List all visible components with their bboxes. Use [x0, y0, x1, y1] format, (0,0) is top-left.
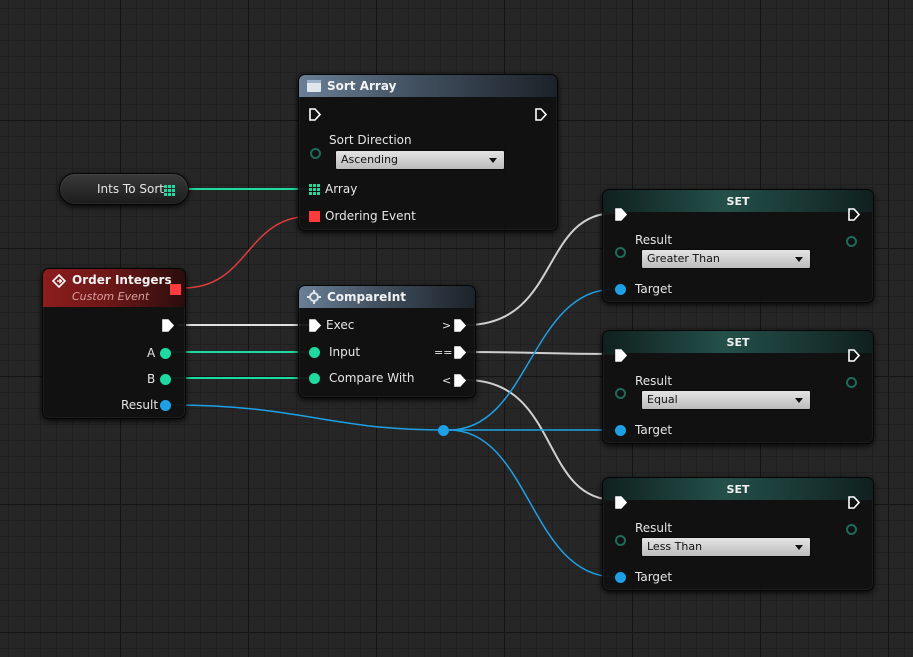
- target-label: Target: [635, 423, 673, 437]
- set-node-less[interactable]: SET Result Less Than Target: [602, 477, 874, 591]
- pin-result[interactable]: [160, 400, 171, 411]
- target-label: Target: [635, 570, 673, 584]
- wire-result-reroute: [170, 404, 444, 431]
- chevron-down-icon: [795, 545, 803, 550]
- out-less-label: <: [442, 374, 452, 387]
- variable-label: Ints To Sort: [97, 182, 164, 196]
- custom-event-node[interactable]: Order Integers Custom Event A B Result: [42, 268, 186, 419]
- result-value: Equal: [647, 393, 678, 406]
- custom-event-header: Order Integers Custom Event: [43, 269, 185, 307]
- set-result-label: Result: [635, 521, 673, 535]
- set-header: SET: [603, 331, 873, 353]
- custom-event-subtitle: Custom Event: [72, 290, 150, 303]
- compare-int-title: CompareInt: [327, 290, 407, 304]
- result-out-pin[interactable]: [846, 236, 857, 247]
- wire-equal-exec: [465, 351, 616, 355]
- pin-a[interactable]: [160, 348, 171, 359]
- pin-a-label: A: [147, 346, 156, 360]
- exec-out-pin[interactable]: [848, 208, 860, 221]
- custom-event-title: Order Integers: [72, 273, 172, 287]
- compare-with-label: Compare With: [329, 371, 415, 385]
- result-out-pin[interactable]: [846, 377, 857, 388]
- pin-result-label: Result: [121, 398, 159, 412]
- reroute-node[interactable]: [438, 425, 449, 436]
- set-header: SET: [603, 190, 873, 212]
- out-equal-label: ==: [434, 346, 453, 359]
- wire-ordering-event: [182, 215, 313, 289]
- result-dropdown[interactable]: Equal: [641, 390, 811, 410]
- sort-array-header: Sort Array: [299, 75, 557, 97]
- event-icon: [52, 274, 66, 288]
- exec-out-greater-pin[interactable]: [454, 319, 466, 332]
- compare-int-node[interactable]: CompareInt Exec Input Compare With > == …: [298, 285, 476, 398]
- compare-int-header: CompareInt: [299, 286, 475, 308]
- set-result-label: Result: [635, 233, 673, 247]
- gear-icon: [307, 290, 321, 304]
- chevron-down-icon: [489, 158, 497, 163]
- array-label: Array: [325, 182, 358, 196]
- ordering-event-pin[interactable]: [309, 211, 320, 222]
- input-pin[interactable]: [309, 347, 320, 358]
- exec-in-pin[interactable]: [615, 349, 627, 362]
- exec-label: Exec: [326, 318, 355, 332]
- array-grid-icon[interactable]: [164, 185, 175, 196]
- result-dropdown[interactable]: Greater Than: [641, 249, 811, 269]
- exec-out-pin[interactable]: [535, 108, 547, 121]
- result-in-pin[interactable]: [615, 247, 626, 258]
- sort-direction-dropdown[interactable]: Ascending: [335, 150, 505, 170]
- exec-in-pin[interactable]: [309, 319, 321, 332]
- variable-node-ints-to-sort[interactable]: Ints To Sort: [59, 173, 189, 205]
- exec-out-pin[interactable]: [848, 349, 860, 362]
- set-header: SET: [603, 478, 873, 500]
- result-out-pin[interactable]: [846, 524, 857, 535]
- set-node-equal[interactable]: SET Result Equal Target: [602, 330, 874, 444]
- exec-out-pin[interactable]: [162, 319, 174, 332]
- exec-out-less-pin[interactable]: [454, 374, 466, 387]
- set-title: SET: [726, 482, 750, 496]
- exec-out-pin[interactable]: [848, 496, 860, 509]
- pin-b-label: B: [147, 372, 156, 386]
- result-value: Less Than: [647, 540, 703, 553]
- compare-with-pin[interactable]: [309, 373, 320, 384]
- target-pin[interactable]: [615, 572, 626, 583]
- sort-direction-value: Ascending: [341, 153, 399, 166]
- chevron-down-icon: [795, 257, 803, 262]
- exec-in-pin[interactable]: [309, 108, 321, 121]
- target-pin[interactable]: [615, 425, 626, 436]
- target-label: Target: [635, 282, 673, 296]
- result-in-pin[interactable]: [615, 535, 626, 546]
- wire-target-3: [448, 429, 616, 578]
- sort-direction-pin[interactable]: [310, 148, 321, 159]
- result-dropdown[interactable]: Less Than: [641, 537, 811, 557]
- result-in-pin[interactable]: [615, 388, 626, 399]
- input-label: Input: [329, 345, 361, 359]
- sort-array-title: Sort Array: [327, 79, 397, 93]
- sort-direction-label: Sort Direction: [329, 133, 412, 147]
- exec-in-pin[interactable]: [615, 208, 627, 221]
- pin-b[interactable]: [160, 374, 171, 385]
- chevron-down-icon: [795, 398, 803, 403]
- function-icon: [307, 80, 321, 92]
- exec-out-equal-pin[interactable]: [454, 346, 466, 359]
- set-title: SET: [726, 335, 750, 349]
- out-greater-label: >: [442, 319, 452, 332]
- array-pin[interactable]: [309, 184, 320, 195]
- set-title: SET: [726, 194, 750, 208]
- set-result-label: Result: [635, 374, 673, 388]
- set-node-greater[interactable]: SET Result Greater Than Target: [602, 189, 874, 303]
- exec-in-pin[interactable]: [615, 496, 627, 509]
- target-pin[interactable]: [615, 284, 626, 295]
- wire-less-exec: [465, 379, 616, 501]
- result-value: Greater Than: [647, 252, 720, 265]
- ordering-event-label: Ordering Event: [325, 209, 416, 223]
- sort-array-node[interactable]: Sort Array Sort Direction Ascending Arra…: [298, 74, 558, 231]
- delegate-out-pin[interactable]: [170, 284, 181, 295]
